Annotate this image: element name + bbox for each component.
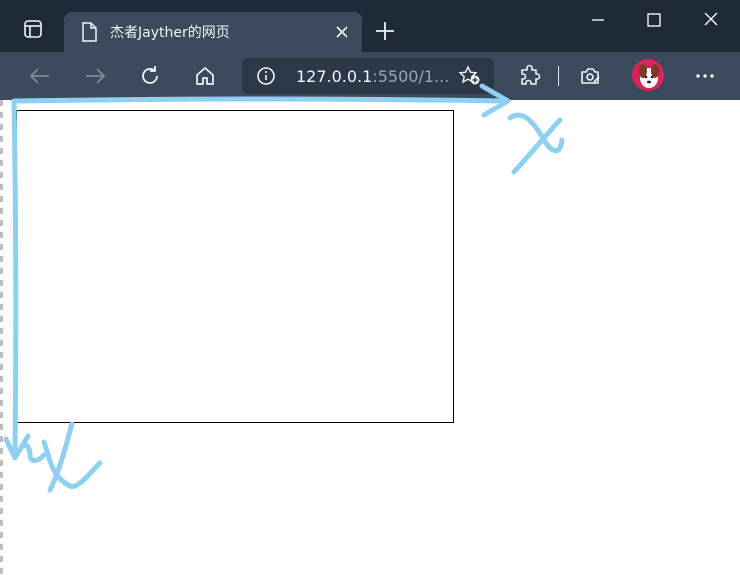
close-tab-icon[interactable]	[332, 22, 352, 46]
add-favorite-icon[interactable]	[458, 65, 482, 91]
back-arrow-icon[interactable]	[28, 64, 52, 88]
profile-avatar[interactable]	[632, 59, 664, 91]
reload-icon[interactable]	[138, 64, 162, 88]
url-path: :5500/1...	[372, 67, 450, 86]
new-tab-icon[interactable]	[374, 20, 396, 46]
browser-toolbar: 127.0.0.1:5500/1...	[0, 52, 740, 100]
url-host: 127.0.0.1	[296, 67, 373, 86]
close-window-icon[interactable]	[684, 6, 740, 34]
more-menu-icon[interactable]	[694, 64, 716, 92]
page-icon	[80, 22, 98, 46]
url-text[interactable]: 127.0.0.1:5500/1...	[296, 67, 449, 86]
forward-arrow-icon[interactable]	[83, 64, 107, 88]
browser-window: 杰者Jayther的网页 127.0.0.1:5500/1...	[0, 0, 740, 575]
minimize-icon[interactable]	[570, 6, 626, 34]
page-content	[0, 100, 740, 575]
canvas-box	[16, 110, 454, 423]
address-bar[interactable]: 127.0.0.1:5500/1...	[242, 58, 494, 94]
maximize-icon[interactable]	[626, 6, 682, 34]
tab-title: 杰者Jayther的网页	[110, 25, 230, 41]
screenshot-icon[interactable]	[578, 64, 602, 92]
tab-actions-icon[interactable]	[22, 18, 44, 40]
home-icon[interactable]	[193, 64, 217, 88]
toolbar-divider	[558, 66, 559, 86]
tab-strip: 杰者Jayther的网页	[0, 0, 740, 52]
window-left-edge	[0, 100, 3, 575]
site-info-icon[interactable]	[256, 66, 276, 90]
active-tab[interactable]: 杰者Jayther的网页	[64, 12, 362, 52]
extensions-icon[interactable]	[518, 64, 542, 92]
